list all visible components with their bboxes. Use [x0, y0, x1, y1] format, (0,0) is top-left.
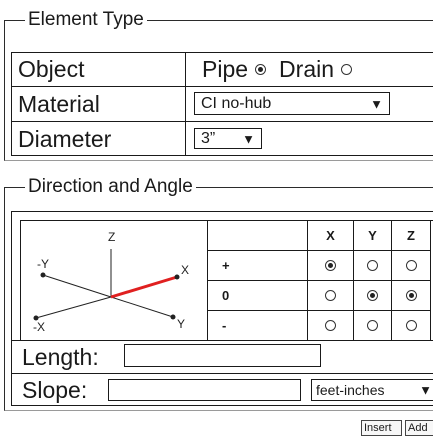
minus-y-cell — [354, 311, 392, 341]
zero-z-radio[interactable] — [405, 290, 417, 301]
z-axis-label: Z — [108, 230, 115, 244]
neg-x-axis-label: -X — [33, 320, 45, 334]
units-value: feet-inches — [316, 382, 385, 398]
plus-y-radio[interactable] — [367, 260, 378, 271]
chevron-down-icon: ▼ — [419, 382, 432, 398]
y-endpoint — [170, 314, 176, 320]
x-direction-line — [110, 275, 178, 299]
y-axis-line — [110, 296, 174, 318]
chevron-down-icon: ▼ — [370, 96, 383, 111]
length-label: Length: — [22, 344, 99, 370]
y-axis-label: Y — [177, 317, 185, 331]
direction-grid: X Y Z + 0 - — [207, 220, 433, 341]
zero-y-radio[interactable] — [367, 290, 378, 301]
plus-x-cell — [308, 251, 354, 281]
neg-y-axis-label: -Y — [37, 257, 49, 271]
pipe-radio[interactable] — [255, 64, 267, 75]
object-label-cell: Object — [12, 53, 186, 86]
neg-y-axis-line — [42, 274, 112, 298]
zero-x-cell — [308, 281, 354, 311]
zero-z-cell — [392, 281, 431, 311]
material-select-cell: CI no-hub ▼ — [186, 87, 433, 121]
diameter-label-cell: Diameter — [12, 122, 186, 156]
material-row: Material CI no-hub ▼ — [12, 87, 433, 122]
axis-diagram: Z -Y X -X Y — [20, 220, 207, 340]
diameter-select[interactable]: 3” ▼ — [194, 128, 262, 149]
insert-button[interactable]: Insert — [361, 420, 402, 436]
element-type-table: Object Pipe Drain Material CI no-hub ▼ D… — [11, 52, 433, 156]
direction-table: Z -Y X -X Y X Y Z + 0 - Length: Slope: f… — [11, 211, 433, 406]
element-type-legend: Element Type — [25, 9, 147, 31]
diameter-value: 3” — [201, 129, 216, 147]
material-label-cell: Material — [12, 87, 186, 121]
minus-x-radio[interactable] — [325, 320, 336, 331]
material-label: Material — [18, 90, 100, 117]
length-input[interactable] — [124, 344, 321, 367]
slope-row: Slope: feet-inches ▼ — [12, 373, 433, 406]
plus-z-radio[interactable] — [405, 260, 417, 271]
diameter-select-cell: 3” ▼ — [186, 122, 433, 156]
slope-input[interactable] — [108, 379, 301, 401]
slope-label: Slope: — [22, 377, 88, 403]
neg-y-endpoint — [40, 272, 46, 278]
x-endpoint — [174, 274, 180, 280]
units-select[interactable]: feet-inches ▼ — [311, 379, 433, 401]
minus-x-cell — [308, 311, 354, 341]
add-button[interactable]: Add — [405, 420, 433, 436]
zero-y-cell — [354, 281, 392, 311]
drain-label: Drain — [279, 56, 335, 82]
x-axis-label: X — [181, 263, 189, 277]
material-select[interactable]: CI no-hub ▼ — [194, 92, 390, 115]
grid-corner — [208, 221, 308, 251]
object-label: Object — [18, 56, 85, 82]
row-zero-label: 0 — [208, 281, 308, 311]
row-plus-label: + — [208, 251, 308, 281]
minus-z-radio[interactable] — [405, 320, 417, 331]
diameter-row: Diameter 3” ▼ — [12, 122, 433, 156]
minus-y-radio[interactable] — [367, 320, 378, 331]
pipe-label: Pipe — [202, 56, 249, 82]
chevron-down-icon: ▼ — [242, 131, 255, 146]
row-minus-label: - — [208, 311, 308, 341]
object-options-cell: Pipe Drain — [186, 53, 433, 86]
header-x: X — [308, 221, 354, 251]
drain-option[interactable]: Drain — [279, 56, 353, 83]
length-row: Length: — [12, 340, 433, 373]
header-z: Z — [392, 221, 431, 251]
plus-z-cell — [392, 251, 431, 281]
drain-radio[interactable] — [341, 64, 353, 75]
pipe-option[interactable]: Pipe — [202, 56, 267, 83]
header-y: Y — [354, 221, 392, 251]
neg-x-axis-line — [35, 296, 112, 319]
zero-x-radio[interactable] — [325, 290, 336, 301]
minus-z-cell — [392, 311, 431, 341]
material-value: CI no-hub — [201, 94, 272, 112]
object-row: Object Pipe Drain — [12, 53, 433, 87]
direction-legend: Direction and Angle — [25, 176, 196, 198]
plus-x-radio[interactable] — [325, 260, 336, 271]
plus-y-cell — [354, 251, 392, 281]
diameter-label: Diameter — [18, 125, 112, 152]
axis-diagram-svg: Z -Y X -X Y — [33, 230, 189, 334]
